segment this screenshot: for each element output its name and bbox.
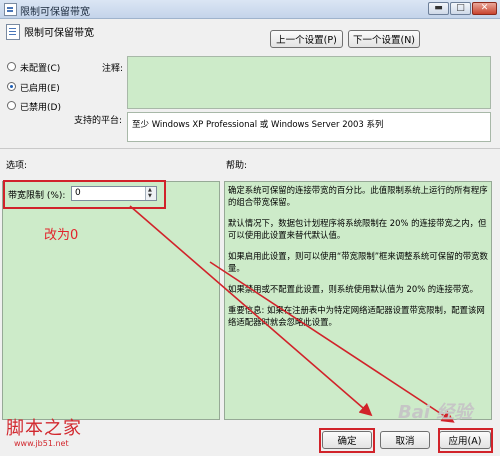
site-watermark: 脚本之家 [6, 418, 82, 439]
site-url-watermark: www.jb51.net [14, 439, 69, 448]
baidu-watermark: Bai 经验 [398, 402, 473, 423]
annotation-arrows [129, 205, 455, 423]
arrow-to-ok [129, 205, 373, 417]
